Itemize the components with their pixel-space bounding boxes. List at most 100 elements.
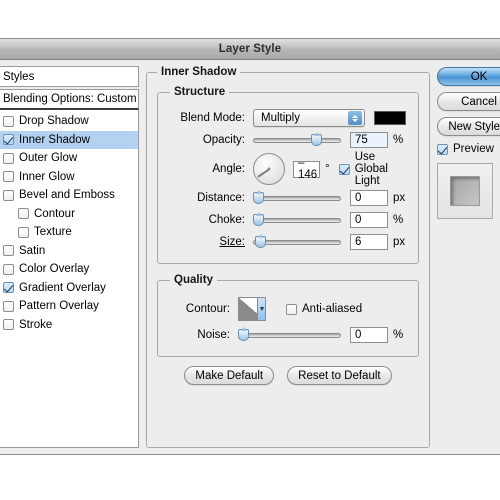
effects-list: Drop Shadow Inner Shadow Outer Glow Inner G… — [0, 110, 139, 448]
contour-preset-swatch[interactable] — [238, 297, 266, 321]
choke-input[interactable]: 0 — [350, 212, 388, 228]
anti-aliased-checkbox[interactable] — [286, 303, 297, 315]
distance-row: Distance: 0 px — [170, 187, 406, 209]
effect-row-drop-shadow[interactable]: Drop Shadow — [0, 112, 138, 131]
dialog-actions: OK Cancel New Style... Preview — [437, 66, 500, 448]
choke-unit: % — [393, 214, 404, 226]
effect-label: Texture — [34, 226, 72, 239]
effect-label: Satin — [19, 244, 46, 257]
dialog-titlebar[interactable]: Layer Style — [0, 39, 500, 60]
size-slider-thumb[interactable] — [254, 234, 266, 248]
choke-label: Choke: — [208, 214, 245, 226]
anti-aliased-label: Anti-aliased — [302, 303, 363, 315]
blend-mode-select[interactable]: Multiply — [253, 109, 365, 127]
effect-label: Gradient Overlay — [19, 281, 106, 294]
styles-sidebar: Styles Blending Options: Custom Drop Sha… — [0, 66, 139, 448]
blend-mode-label: Blend Mode: — [180, 112, 245, 124]
angle-value: –146 — [298, 157, 318, 181]
effect-checkbox-satin[interactable] — [3, 245, 14, 257]
angle-dial[interactable] — [253, 153, 285, 185]
new-style-button[interactable]: New Style... — [437, 117, 500, 136]
effect-row-inner-glow[interactable]: Inner Glow — [0, 168, 138, 187]
dialog-title: Layer Style — [218, 43, 282, 55]
effect-checkbox-texture[interactable] — [18, 226, 29, 238]
preview-checkbox[interactable] — [437, 143, 448, 155]
use-global-light-checkbox[interactable] — [338, 163, 350, 175]
choke-row: Choke: 0 % — [170, 209, 406, 231]
noise-input[interactable]: 0 — [350, 327, 388, 343]
blending-options-label: Blending Options: Custom — [3, 93, 137, 105]
preview-toggle-row: Preview — [437, 143, 500, 155]
reset-to-default-button[interactable]: Reset to Default — [287, 366, 392, 385]
effect-checkbox-stroke[interactable] — [3, 319, 14, 331]
opacity-row: Opacity: 75 % — [170, 129, 406, 151]
effect-row-bevel-and-emboss[interactable]: Bevel and Emboss — [0, 186, 138, 205]
noise-value: 0 — [355, 329, 362, 341]
make-default-button[interactable]: Make Default — [184, 366, 275, 385]
opacity-slider-thumb[interactable] — [310, 132, 322, 146]
effect-row-gradient-overlay[interactable]: Gradient Overlay — [0, 279, 138, 298]
size-label[interactable]: Size: — [170, 236, 245, 248]
quality-group: Quality Contour: Anti-aliased Noise: 0 % — [157, 274, 419, 357]
cancel-button[interactable]: Cancel — [437, 92, 500, 111]
ok-button[interactable]: OK — [437, 67, 500, 86]
structure-legend: Structure — [174, 86, 226, 98]
sidebar-item-blending-options[interactable]: Blending Options: Custom — [0, 89, 139, 110]
distance-slider[interactable] — [253, 190, 341, 206]
size-input[interactable]: 6 — [350, 234, 388, 250]
effect-row-color-overlay[interactable]: Color Overlay — [0, 260, 138, 279]
noise-unit: % — [393, 329, 404, 341]
opacity-slider[interactable] — [253, 132, 341, 148]
choke-slider-thumb[interactable] — [253, 212, 264, 226]
inner-shadow-group: Inner Shadow Structure Blend Mode: Multi… — [146, 66, 430, 448]
size-unit: px — [393, 236, 406, 248]
opacity-input[interactable]: 75 — [350, 132, 388, 148]
effect-checkbox-inner-glow[interactable] — [3, 171, 14, 183]
choke-slider-track — [253, 217, 341, 223]
effect-row-stroke[interactable]: Stroke — [0, 316, 138, 335]
noise-slider[interactable] — [238, 327, 341, 343]
chevron-down-icon[interactable] — [257, 298, 265, 320]
blend-mode-value: Multiply — [261, 112, 300, 124]
effect-label: Inner Shadow — [19, 133, 90, 146]
effect-label: Contour — [34, 207, 75, 220]
angle-label: Angle: — [212, 163, 245, 175]
preview-thumbnail-shape — [450, 176, 480, 206]
effect-checkbox-gradient-overlay[interactable] — [3, 282, 14, 294]
default-buttons-row: Make Default Reset to Default — [157, 366, 419, 385]
blend-mode-row: Blend Mode: Multiply — [170, 107, 406, 129]
effect-row-inner-shadow[interactable]: Inner Shadow — [0, 130, 138, 149]
distance-value: 0 — [355, 192, 362, 204]
effect-checkbox-drop-shadow[interactable] — [3, 115, 14, 127]
contour-label: Contour: — [185, 303, 230, 315]
effect-checkbox-outer-glow[interactable] — [3, 152, 14, 164]
effect-row-contour[interactable]: Contour — [0, 205, 138, 224]
effect-checkbox-color-overlay[interactable] — [3, 263, 14, 275]
sidebar-item-styles[interactable]: Styles — [0, 66, 139, 87]
choke-slider[interactable] — [253, 212, 341, 228]
effect-row-texture[interactable]: Texture — [0, 223, 138, 242]
distance-label: Distance: — [197, 192, 245, 204]
shadow-color-swatch[interactable] — [374, 111, 406, 125]
noise-slider-thumb[interactable] — [238, 327, 249, 341]
effect-row-satin[interactable]: Satin — [0, 242, 138, 261]
effect-label: Pattern Overlay — [19, 300, 99, 313]
noise-row: Noise: 0 % — [170, 324, 406, 346]
styles-label: Styles — [3, 70, 35, 83]
effect-row-outer-glow[interactable]: Outer Glow — [0, 149, 138, 168]
angle-dial-center — [267, 167, 271, 171]
distance-input[interactable]: 0 — [350, 190, 388, 206]
distance-slider-thumb[interactable] — [253, 190, 264, 204]
effect-checkbox-contour[interactable] — [18, 208, 29, 220]
chevron-updown-icon[interactable] — [348, 111, 362, 125]
effect-row-pattern-overlay[interactable]: Pattern Overlay — [0, 297, 138, 316]
effect-checkbox-pattern-overlay[interactable] — [3, 300, 14, 312]
opacity-slider-track — [253, 137, 341, 143]
effect-checkbox-bevel-and-emboss[interactable] — [3, 189, 14, 201]
layer-style-dialog: Layer Style Styles Blending Options: Cus… — [0, 38, 500, 455]
noise-label: Noise: — [197, 329, 230, 341]
angle-input[interactable]: –146 — [293, 157, 321, 181]
effect-checkbox-inner-shadow[interactable] — [3, 134, 14, 146]
size-slider[interactable] — [253, 234, 341, 250]
structure-group: Structure Blend Mode: Multiply Opacity: — [157, 86, 419, 264]
